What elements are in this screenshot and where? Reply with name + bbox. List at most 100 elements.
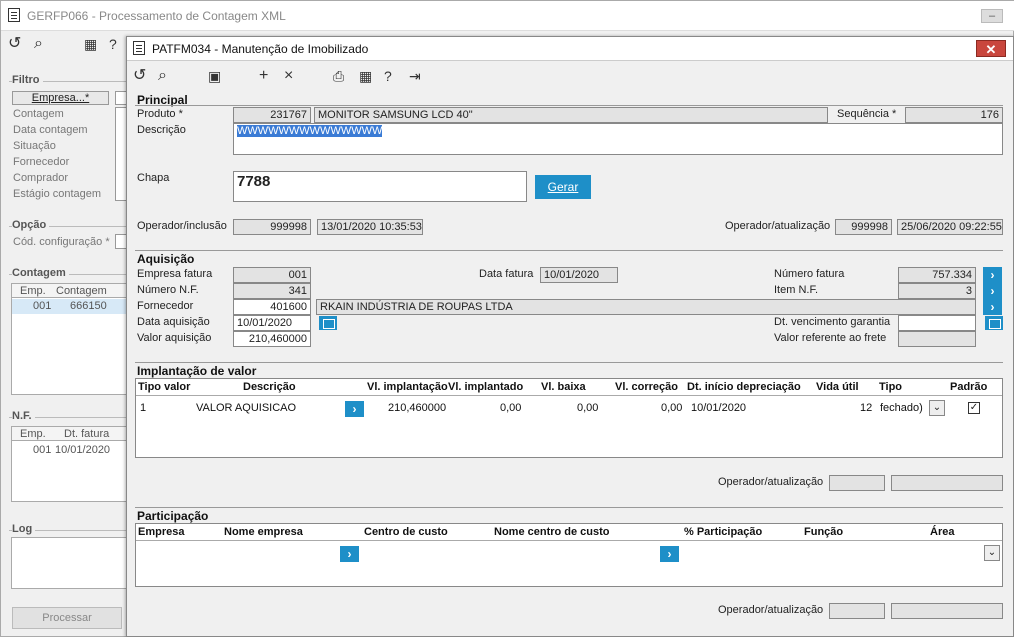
valor-aquisicao-field[interactable]: 210,460000 — [233, 331, 311, 347]
fornecedor-lookup-button[interactable]: › — [983, 299, 1002, 315]
padrao-checkbox[interactable]: ✓ — [968, 402, 980, 414]
col-nome-centro-custo: Nome centro de custo — [494, 526, 610, 538]
save-icon[interactable]: ▣ — [208, 68, 221, 84]
dt-venc-garantia-field[interactable] — [898, 315, 976, 331]
nf-row-emp: 001 — [33, 444, 52, 456]
row-dt-inicio: 10/01/2020 — [691, 402, 747, 414]
nf-row-dt: 10/01/2020 — [55, 444, 111, 456]
participacao-grid[interactable]: Empresa Nome empresa Centro de custo Nom… — [135, 523, 1003, 587]
calendar-icon[interactable] — [985, 316, 1003, 330]
numero-nf-field[interactable]: 341 — [233, 283, 311, 299]
chevron-down-icon[interactable]: ⌄ — [984, 545, 1000, 561]
nf-col-emp: Emp. — [20, 428, 46, 440]
col-vl-correcao: Vl. correção — [615, 381, 678, 393]
close-button[interactable]: ✕ — [976, 40, 1006, 57]
participacao-op-field[interactable] — [829, 603, 885, 619]
item-nf-label: Item N.F. — [774, 284, 819, 296]
descricao-label: Descrição — [137, 124, 186, 136]
col-area: Área — [930, 526, 955, 538]
chapa-field[interactable]: 7788 — [233, 171, 527, 202]
exit-icon[interactable]: ⇥ — [409, 68, 421, 84]
implantacao-op-dt-field[interactable] — [891, 475, 1003, 491]
outer-window-title: GERFP066 - Processamento de Contagem XML — [27, 9, 286, 23]
produto-name-field[interactable]: MONITOR SAMSUNG LCD 40" — [314, 107, 828, 123]
undo-icon[interactable]: ↺ — [8, 36, 21, 52]
help-icon[interactable]: ? — [109, 36, 117, 52]
col-tipo-valor: Tipo valor — [138, 381, 191, 393]
empresa-button[interactable]: Empresa...* — [12, 91, 109, 105]
op-atualizacao-field[interactable]: 999998 — [835, 219, 892, 235]
table-row[interactable]: 001 666150 — [12, 299, 128, 314]
processar-button[interactable]: Processar — [12, 607, 122, 629]
contagem-grid[interactable]: Emp. Contagem 001 666150 — [11, 283, 128, 395]
participacao-op-label: Operador/atualização — [718, 604, 824, 616]
search-icon[interactable]: ⌕ — [158, 68, 167, 84]
implantacao-grid[interactable]: Tipo valor Descrição Vl. implantação Vl.… — [135, 378, 1003, 458]
participacao-op-dt-field[interactable] — [891, 603, 1003, 619]
chevron-down-icon[interactable]: ⌄ — [929, 400, 945, 416]
col-vl-baixa: Vl. baixa — [541, 381, 586, 393]
data-aquisicao-field[interactable]: 10/01/2020 — [233, 315, 311, 331]
row-vida-util: 12 — [860, 402, 873, 414]
produto-code-field[interactable]: 231767 — [233, 107, 311, 123]
descricao-lookup-button[interactable]: › — [345, 401, 364, 417]
produto-label: Produto * — [137, 108, 183, 120]
implantacao-op-field[interactable] — [829, 475, 885, 491]
row-tipo: fechado) — [880, 402, 923, 414]
op-atualizacao-dt-field[interactable]: 25/06/2020 09:22:55 — [897, 219, 1003, 235]
col-funcao: Função — [804, 526, 844, 538]
contagem-label: Contagem — [12, 267, 69, 279]
undo-icon[interactable]: ↺ — [133, 68, 146, 84]
sequencia-field[interactable]: 176 — [905, 107, 1003, 123]
filtro-estagio-label: Estágio contagem — [13, 188, 102, 200]
descricao-field[interactable]: WWWWWWWWWWWWWW — [233, 123, 1003, 155]
item-nf-lookup-button[interactable]: › — [983, 283, 1002, 299]
op-inclusao-label: Operador/inclusão — [137, 220, 227, 232]
sequencia-label: Sequência * — [837, 108, 897, 120]
col-vl-implantado: Vl. implantado — [448, 381, 524, 393]
descricao-selected-text: WWWWWWWWWWWWWW — [237, 125, 383, 137]
log-area[interactable] — [11, 537, 127, 589]
valor-aquisicao-label: Valor aquisição — [137, 332, 212, 344]
contagem-row-emp: 001 — [33, 300, 52, 312]
minimize-button[interactable]: – — [981, 9, 1003, 23]
gerar-button[interactable]: Gerar — [535, 175, 591, 199]
aquisicao-line — [135, 250, 1003, 251]
search-icon[interactable]: ⌕ — [34, 36, 43, 52]
empresa-lookup-button[interactable]: › — [340, 546, 359, 562]
op-inclusao-dt-field[interactable]: 13/01/2020 10:35:53 — [317, 219, 423, 235]
op-inclusao-field[interactable]: 999998 — [233, 219, 311, 235]
row-vl-correcao: 0,00 — [661, 402, 683, 414]
row-vl-baixa: 0,00 — [577, 402, 599, 414]
valor-frete-field[interactable] — [898, 331, 976, 347]
add-icon[interactable]: + — [259, 68, 268, 84]
col-padrao: Padrão — [950, 381, 988, 393]
nf-grid[interactable]: Emp. Dt. fatura 001 10/01/2020 — [11, 426, 128, 502]
fornecedor-name-field[interactable]: RKAIN INDÚSTRIA DE ROUPAS LTDA — [316, 299, 976, 315]
col-empresa: Empresa — [138, 526, 185, 538]
help-icon[interactable]: ? — [384, 68, 392, 84]
data-aquisicao-label: Data aquisição — [137, 316, 210, 328]
item-nf-field[interactable]: 3 — [898, 283, 976, 299]
table-row[interactable]: 1 VALOR AQUISICAO › 210,460000 0,00 0,00… — [136, 397, 1002, 419]
print-icon[interactable]: ⎙ — [333, 68, 344, 84]
filtro-data-contagem-label: Data contagem — [13, 124, 88, 136]
calendar-icon[interactable] — [319, 316, 337, 330]
calendar-icon[interactable]: ▦ — [84, 36, 97, 52]
principal-line — [135, 105, 1003, 106]
cod-configuracao-label: Cód. configuração * — [13, 236, 110, 248]
empresa-fatura-field[interactable]: 001 — [233, 267, 311, 283]
contagem-col-emp: Emp. — [20, 285, 46, 297]
centro-custo-lookup-button[interactable]: › — [660, 546, 679, 562]
numero-fatura-field[interactable]: 757.334 — [898, 267, 976, 283]
col-nome-empresa: Nome empresa — [224, 526, 303, 538]
fornecedor-code-field[interactable]: 401600 — [233, 299, 311, 315]
calendar-icon[interactable]: ▦ — [359, 68, 372, 84]
delete-icon[interactable]: × — [284, 68, 293, 84]
inner-window-title: PATFM034 - Manutenção de Imobilizado — [152, 42, 369, 56]
fornecedor-label: Fornecedor — [137, 300, 194, 312]
contagem-col-contagem: Contagem — [56, 285, 107, 297]
numero-fatura-lookup-button[interactable]: › — [983, 267, 1002, 283]
col-dt-inicio-depreciacao: Dt. início depreciação — [687, 381, 801, 393]
data-fatura-field[interactable]: 10/01/2020 — [540, 267, 618, 283]
